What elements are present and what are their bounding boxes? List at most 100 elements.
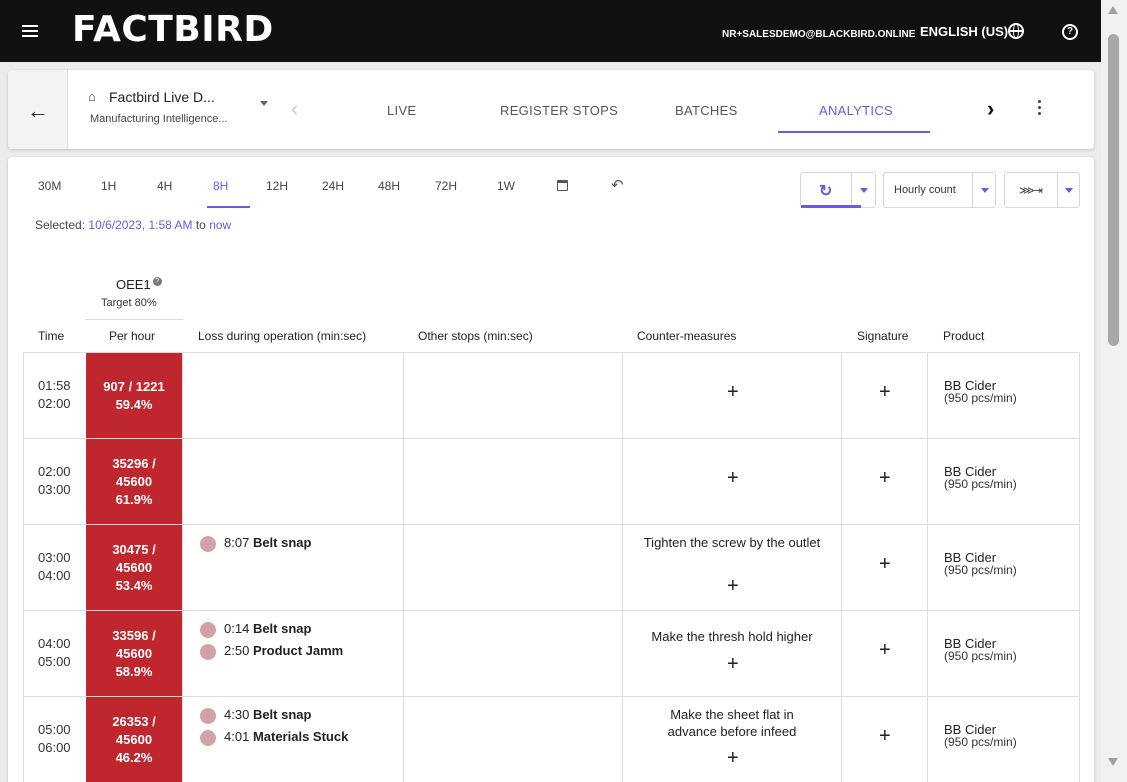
product-cell: BB Cider (950 pcs/min) xyxy=(944,464,1017,491)
analytics-card: 30M 1H 4H 8H 12H 24H 48H 72H 1W ↶ Select… xyxy=(8,157,1094,782)
col-header-loss: Loss during operation (min:sec) xyxy=(198,329,367,343)
refresh-split-button: ↻ xyxy=(800,172,876,208)
table-row: 02:00 03:00 35296 / 45600 61.9% + + BB Ci… xyxy=(23,438,1080,525)
add-signature-button[interactable]: + xyxy=(879,639,891,662)
range-48h[interactable]: 48H xyxy=(378,179,400,193)
range-12h[interactable]: 12H xyxy=(266,179,288,193)
table-row: 05:00 06:00 26353 / 45600 46.2% 4:30 Belt… xyxy=(23,696,1080,782)
tab-live[interactable]: LIVE xyxy=(387,103,416,118)
scroll-down-arrow-icon[interactable] xyxy=(1108,758,1118,766)
table-row: 03:00 04:00 30475 / 45600 53.4% 8:07 Belt… xyxy=(23,524,1080,611)
range-4h[interactable]: 4H xyxy=(157,179,172,193)
col-header-time: Time xyxy=(38,329,65,343)
add-signature-button[interactable]: + xyxy=(879,467,891,490)
device-tree-icon: ⌂ xyxy=(88,89,96,104)
loss-entry[interactable]: 4:30 Belt snap xyxy=(200,707,311,724)
page-scrollbar[interactable] xyxy=(1101,0,1127,782)
col-header-per-hour: Per hour xyxy=(109,329,156,343)
layout-caret-icon[interactable] xyxy=(1065,188,1073,193)
help-icon[interactable]: ? xyxy=(1062,24,1078,40)
oee-title: OEE1? xyxy=(116,277,162,292)
range-72h[interactable]: 72H xyxy=(435,179,457,193)
oee-help-icon[interactable]: ? xyxy=(152,277,162,286)
device-subtitle: Manufacturing Intelligence... xyxy=(90,113,228,125)
layout-select[interactable]: ⋙⇥ xyxy=(1004,172,1080,208)
count-mode-label: Hourly count xyxy=(894,184,956,196)
add-signature-button[interactable]: + xyxy=(879,725,891,748)
tab-register-stops[interactable]: REGISTER STOPS xyxy=(500,103,618,118)
active-tab-indicator xyxy=(778,131,930,133)
oee-divider xyxy=(85,319,183,320)
count-mode-select[interactable]: Hourly count xyxy=(883,172,996,208)
calendar-icon[interactable] xyxy=(557,180,568,191)
layout-compress-icon: ⋙⇥ xyxy=(1019,185,1043,197)
add-counter-measure-button[interactable]: + xyxy=(727,653,739,676)
language-selector[interactable]: ENGLISH (US) xyxy=(920,24,1008,39)
tabs-next-chevron-icon[interactable]: › xyxy=(987,96,994,122)
add-counter-measure-button[interactable]: + xyxy=(727,747,739,770)
scroll-up-arrow-icon[interactable] xyxy=(1108,6,1118,14)
loss-dot-icon xyxy=(200,707,216,724)
active-range-indicator xyxy=(207,206,250,208)
product-cell: BB Cider (950 pcs/min) xyxy=(944,550,1017,577)
oee-value-cell[interactable]: 33596 / 45600 58.9% xyxy=(86,611,182,697)
add-signature-button[interactable]: + xyxy=(879,553,891,576)
row-time: 01:58 02:00 xyxy=(38,378,71,411)
row-time: 02:00 03:00 xyxy=(38,464,71,497)
counter-measure-text[interactable]: Make the thresh hold higher xyxy=(623,628,841,645)
oee-value-cell[interactable]: 35296 / 45600 61.9% xyxy=(86,439,182,525)
range-30m[interactable]: 30M xyxy=(38,179,61,193)
user-email[interactable]: NR+SALESDEMO@BLACKBIRD.ONLINE xyxy=(722,29,915,40)
back-button[interactable]: ← xyxy=(8,70,68,149)
selected-from-link[interactable]: 10/6/2023, 1:58 AM xyxy=(88,218,192,232)
add-counter-measure-button[interactable]: + xyxy=(727,467,739,490)
factbird-logo[interactable]: FACTBIRD xyxy=(72,9,274,50)
tabs-prev-chevron-icon[interactable]: ‹ xyxy=(291,96,298,122)
counter-measure-text[interactable]: Make the sheet flat in advance before in… xyxy=(651,706,813,740)
oee-value-cell[interactable]: 26353 / 45600 46.2% xyxy=(86,697,182,782)
refresh-icon[interactable]: ↻ xyxy=(819,181,832,201)
count-mode-caret-icon[interactable] xyxy=(981,188,989,193)
row-time: 04:00 05:00 xyxy=(38,636,71,669)
loss-entry[interactable]: 0:14 Belt snap xyxy=(200,621,311,638)
table-row: 01:58 02:00 907 / 1221 59.4% + + BB Cider… xyxy=(23,352,1080,439)
range-1h[interactable]: 1H xyxy=(101,179,116,193)
range-1w[interactable]: 1W xyxy=(497,179,515,193)
add-counter-measure-button[interactable]: + xyxy=(727,381,739,404)
product-cell: BB Cider (950 pcs/min) xyxy=(944,722,1017,749)
loss-entry[interactable]: 4:01 Materials Stuck xyxy=(200,729,348,746)
hamburger-menu-icon[interactable] xyxy=(22,25,38,37)
loss-dot-icon xyxy=(200,729,216,746)
refresh-options-caret-icon[interactable] xyxy=(860,188,868,193)
add-counter-measure-button[interactable]: + xyxy=(727,575,739,598)
loss-dot-icon xyxy=(200,621,216,638)
loss-entry[interactable]: 8:07 Belt snap xyxy=(200,535,311,552)
row-time: 03:00 04:00 xyxy=(38,550,71,583)
device-name[interactable]: Factbird Live D... xyxy=(109,89,215,105)
row-time: 05:00 06:00 xyxy=(38,722,71,755)
range-24h[interactable]: 24H xyxy=(322,179,344,193)
range-8h[interactable]: 8H xyxy=(213,179,228,193)
tab-batches[interactable]: BATCHES xyxy=(675,103,738,118)
globe-icon[interactable] xyxy=(1008,23,1024,39)
tab-analytics[interactable]: ANALYTICS xyxy=(819,103,893,118)
col-header-counter-measures: Counter-measures xyxy=(637,329,737,343)
more-options-icon[interactable] xyxy=(1038,100,1042,118)
col-header-product: Product xyxy=(943,329,985,343)
arrow-left-icon: ← xyxy=(27,98,49,123)
table-row: 04:00 05:00 33596 / 45600 58.9% 0:14 Belt… xyxy=(23,610,1080,697)
scroll-thumb[interactable] xyxy=(1108,34,1119,346)
top-app-bar: FACTBIRD NR+SALESDEMO@BLACKBIRD.ONLINE E… xyxy=(0,0,1101,62)
add-signature-button[interactable]: + xyxy=(879,381,891,404)
selected-to-link[interactable]: now xyxy=(209,218,231,232)
oee-value-cell[interactable]: 30475 / 45600 53.4% xyxy=(86,525,182,611)
refresh-progress-bar xyxy=(801,205,861,208)
device-dropdown-caret-icon[interactable] xyxy=(260,101,268,106)
product-cell: BB Cider (950 pcs/min) xyxy=(944,636,1017,663)
loss-entry[interactable]: 2:50 Product Jamm xyxy=(200,643,343,660)
oee-value-cell[interactable]: 907 / 1221 59.4% xyxy=(86,353,182,439)
selected-range-text: Selected: 10/6/2023, 1:58 AM to now xyxy=(35,218,232,232)
loss-dot-icon xyxy=(200,643,216,660)
counter-measure-text[interactable]: Tighten the screw by the outlet xyxy=(623,534,841,551)
undo-icon[interactable]: ↶ xyxy=(611,176,624,194)
